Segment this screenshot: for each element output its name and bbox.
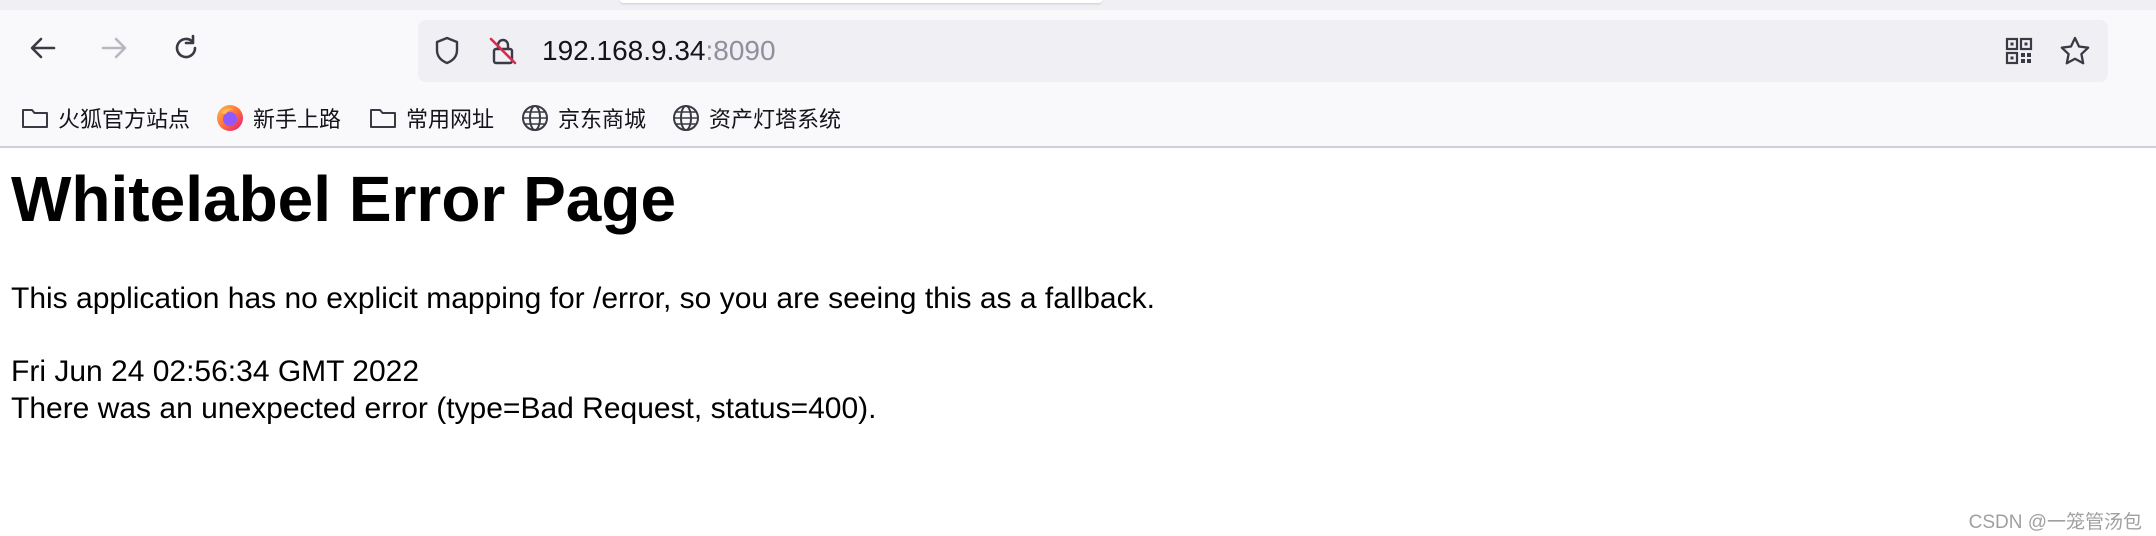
forward-button[interactable] — [92, 28, 136, 72]
url-bar[interactable]: 192.168.9.34:8090 — [418, 20, 2108, 82]
reload-icon — [169, 31, 203, 70]
error-detail: There was an unexpected error (type=Bad … — [11, 392, 877, 425]
navigation-toolbar: 192.168.9.34:8090 — [0, 10, 2156, 90]
url-text[interactable]: 192.168.9.34:8090 — [542, 20, 776, 82]
arrow-right-icon — [97, 31, 131, 70]
bookmark-label: 常用网址 — [406, 107, 495, 132]
bookmarks-toolbar: 火狐官方站点 新手上路 常用网址 京东商城 资产灯塔系统 — [0, 90, 2156, 148]
firefox-icon — [215, 103, 245, 133]
bookmark-label: 新手上路 — [253, 107, 342, 132]
folder-icon — [20, 103, 50, 133]
watermark: CSDN @一笼管汤包 — [1968, 512, 2142, 533]
globe-icon — [520, 103, 550, 133]
error-timestamp: Fri Jun 24 02:56:34 GMT 2022 — [11, 355, 420, 388]
page-title: Whitelabel Error Page — [11, 163, 677, 235]
page-content: Whitelabel Error Page This application h… — [0, 148, 2156, 536]
browser-window: 192.168.9.34:8090 火狐官方站点 新手上路 常用网址 京东商城 … — [0, 0, 2156, 536]
shield-icon[interactable] — [430, 34, 464, 68]
bookmark-item[interactable]: 新手上路 — [215, 98, 341, 138]
bookmark-item[interactable]: 资产灯塔系统 — [671, 98, 841, 138]
tab-strip — [0, 0, 2156, 10]
bookmark-item[interactable]: 京东商城 — [520, 98, 646, 138]
url-port: :8090 — [705, 35, 776, 66]
fallback-message: This application has no explicit mapping… — [11, 282, 1155, 315]
insecure-lock-icon[interactable] — [486, 34, 520, 68]
bookmark-item[interactable]: 火狐官方站点 — [20, 98, 190, 138]
bookmark-label: 火狐官方站点 — [58, 107, 191, 132]
bookmark-label: 京东商城 — [558, 107, 647, 132]
active-tab[interactable] — [620, 0, 1102, 3]
arrow-left-icon — [26, 31, 60, 70]
bookmark-item[interactable]: 常用网址 — [368, 98, 494, 138]
globe-icon — [671, 103, 701, 133]
star-icon[interactable] — [2058, 34, 2092, 68]
qr-code-icon[interactable] — [2002, 34, 2036, 68]
back-button[interactable] — [21, 28, 65, 72]
folder-icon — [368, 103, 398, 133]
bookmark-label: 资产灯塔系统 — [709, 107, 842, 132]
reload-button[interactable] — [164, 28, 208, 72]
url-host: 192.168.9.34 — [542, 35, 706, 66]
